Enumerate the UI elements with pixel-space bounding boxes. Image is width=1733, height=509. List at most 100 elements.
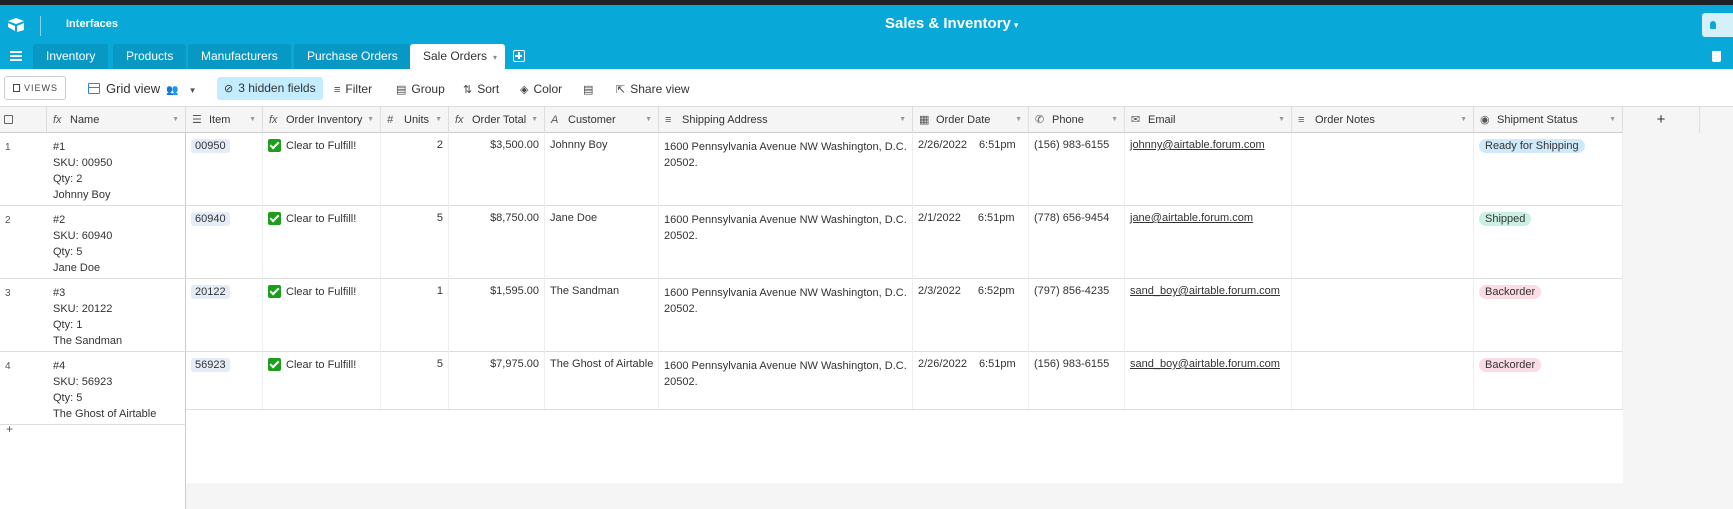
tab-sale-orders[interactable]: Sale Orders ▾ <box>410 44 506 69</box>
order-inventory-cell[interactable]: Clear to Fulfill! <box>263 206 381 279</box>
add-row-area[interactable] <box>186 409 1623 457</box>
email-cell[interactable]: jane@airtable.forum.com <box>1125 206 1292 279</box>
column-header-email[interactable]: ✉ Email ▼ <box>1125 107 1292 133</box>
customer-cell[interactable]: The Sandman <box>545 279 659 352</box>
order-inventory-cell[interactable]: Clear to Fulfill! <box>263 279 381 352</box>
chevron-down-icon[interactable]: ▼ <box>172 107 179 133</box>
select-all-cell[interactable] <box>0 107 47 133</box>
table-row[interactable]: 1 #1 SKU: 00950 Qty: 2 Johnny Boy <box>0 133 186 206</box>
linked-record-pill[interactable]: 60940 <box>191 212 230 226</box>
item-cell[interactable]: 20122 <box>186 279 263 352</box>
base-title[interactable]: Sales & Inventory ▾ <box>885 15 1018 32</box>
chevron-down-icon[interactable]: ▼ <box>645 107 652 133</box>
notes-cell[interactable] <box>1292 279 1474 352</box>
order-date-cell[interactable]: 2/3/2022 6:52pm <box>913 279 1029 352</box>
notes-cell[interactable] <box>1292 206 1474 279</box>
chevron-down-icon[interactable]: ▼ <box>1015 107 1022 133</box>
name-cell[interactable]: #4 SKU: 56923 Qty: 5 The Ghost of Airtab… <box>53 358 156 422</box>
phone-cell[interactable]: (156) 983-6155 <box>1029 133 1125 206</box>
name-cell[interactable]: #1 SKU: 00950 Qty: 2 Johnny Boy <box>53 139 112 203</box>
chevron-down-icon[interactable]: ▼ <box>1111 107 1118 133</box>
email-link[interactable]: jane@airtable.forum.com <box>1130 212 1253 224</box>
column-header-order-inventory[interactable]: fx Order Inventory ▼ <box>263 107 381 133</box>
column-header-shipment-status[interactable]: ◉ Shipment Status ▼ <box>1474 107 1623 133</box>
units-cell[interactable]: 1 <box>381 279 449 352</box>
chevron-down-icon[interactable]: ▼ <box>1460 107 1467 133</box>
phone-cell[interactable]: (778) 656-9454 <box>1029 206 1125 279</box>
row-height-button[interactable]: ▤ <box>583 79 598 99</box>
hamburger-menu-icon[interactable] <box>10 51 22 61</box>
address-cell[interactable]: 1600 Pennsylvania Avenue NW Washington, … <box>659 206 913 279</box>
group-button[interactable]: ▤ Group <box>396 79 445 99</box>
email-cell[interactable]: johnny@airtable.forum.com <box>1125 133 1292 206</box>
order-inventory-cell[interactable]: Clear to Fulfill! <box>263 133 381 206</box>
name-cell[interactable]: #2 SKU: 60940 Qty: 5 Jane Doe <box>53 212 112 276</box>
order-total-cell[interactable]: $8,750.00 <box>449 206 545 279</box>
tab-inventory[interactable]: Inventory <box>33 44 109 69</box>
order-total-cell[interactable]: $3,500.00 <box>449 133 545 206</box>
linked-record-pill[interactable]: 20122 <box>191 285 230 299</box>
units-cell[interactable]: 2 <box>381 133 449 206</box>
tab-manufacturers[interactable]: Manufacturers <box>188 44 291 69</box>
address-cell[interactable]: 1600 Pennsylvania Avenue NW Washington, … <box>659 133 913 206</box>
table-row[interactable]: 3 #3 SKU: 20122 Qty: 1 The Sandman <box>0 279 186 352</box>
column-header-order-total[interactable]: fx Order Total ▼ <box>449 107 545 133</box>
status-cell[interactable]: Shipped <box>1474 206 1623 279</box>
chevron-down-icon[interactable]: ▼ <box>435 107 442 133</box>
chevron-down-icon[interactable]: ▼ <box>899 107 906 133</box>
status-cell[interactable]: Backorder <box>1474 279 1623 352</box>
item-cell[interactable]: 00950 <box>186 133 263 206</box>
add-row-button[interactable]: + <box>6 422 13 436</box>
table-row[interactable]: 4 #4 SKU: 56923 Qty: 5 The Ghost of Airt… <box>0 352 186 425</box>
linked-record-pill[interactable]: 00950 <box>191 139 230 153</box>
add-table-icon[interactable] <box>513 50 525 62</box>
tab-purchase-orders[interactable]: Purchase Orders <box>294 44 411 69</box>
column-header-item[interactable]: ☰ Item ▼ <box>186 107 263 133</box>
tab-products[interactable]: Products <box>113 44 187 69</box>
order-total-cell[interactable]: $1,595.00 <box>449 279 545 352</box>
sort-button[interactable]: ⇅ Sort <box>463 79 499 99</box>
column-header-name[interactable]: fx Name ▼ <box>47 107 186 133</box>
trash-icon[interactable] <box>1712 51 1721 62</box>
column-header-shipping-address[interactable]: ≡ Shipping Address ▼ <box>659 107 913 133</box>
view-switcher[interactable]: Grid view 👥 ▼ <box>88 79 197 99</box>
item-cell[interactable]: 60940 <box>186 206 263 279</box>
filter-button[interactable]: ≡ Filter <box>334 79 372 99</box>
chevron-down-icon[interactable]: ▼ <box>1609 107 1616 133</box>
hidden-fields-button[interactable]: ⊘ 3 hidden fields <box>217 77 323 100</box>
chevron-down-icon[interactable]: ▼ <box>249 107 256 133</box>
share-view-button[interactable]: ⇱ Share view <box>616 79 690 99</box>
table-row[interactable]: 2 #2 SKU: 60940 Qty: 5 Jane Doe <box>0 206 186 279</box>
color-button[interactable]: ◈ Color <box>520 79 562 99</box>
chevron-down-icon[interactable]: ▼ <box>1278 107 1285 133</box>
email-cell[interactable]: sand_boy@airtable.forum.com <box>1125 279 1292 352</box>
share-button[interactable] <box>1702 13 1733 37</box>
chevron-down-icon[interactable]: ▾ <box>493 53 497 62</box>
order-date-cell[interactable]: 2/26/2022 6:51pm <box>913 133 1029 206</box>
notes-cell[interactable] <box>1292 133 1474 206</box>
status-cell[interactable]: Ready for Shipping <box>1474 133 1623 206</box>
airtable-logo-icon[interactable] <box>6 17 26 33</box>
email-link[interactable]: sand_boy@airtable.forum.com <box>1130 358 1280 370</box>
phone-cell[interactable]: (797) 856-4235 <box>1029 279 1125 352</box>
order-date-cell[interactable]: 2/1/2022 6:51pm <box>913 206 1029 279</box>
column-header-customer[interactable]: A Customer ▼ <box>545 107 659 133</box>
chevron-down-icon[interactable]: ▼ <box>367 107 374 133</box>
views-button[interactable]: VIEWS <box>4 76 66 100</box>
customer-cell[interactable]: Jane Doe <box>545 206 659 279</box>
column-header-phone[interactable]: ✆ Phone ▼ <box>1029 107 1125 133</box>
email-link[interactable]: sand_boy@airtable.forum.com <box>1130 285 1280 297</box>
customer-cell[interactable]: Johnny Boy <box>545 133 659 206</box>
column-header-order-date[interactable]: ▦ Order Date ▼ <box>913 107 1029 133</box>
linked-record-pill[interactable]: 56923 <box>191 358 230 372</box>
units-cell[interactable]: 5 <box>381 206 449 279</box>
add-field-button[interactable]: + <box>1623 107 1700 133</box>
address-cell[interactable]: 1600 Pennsylvania Avenue NW Washington, … <box>659 279 913 352</box>
column-header-order-notes[interactable]: ≡ Order Notes ▼ <box>1292 107 1474 133</box>
chevron-down-icon[interactable]: ▼ <box>531 107 538 133</box>
select-all-checkbox[interactable] <box>4 115 13 124</box>
name-cell[interactable]: #3 SKU: 20122 Qty: 1 The Sandman <box>53 285 122 349</box>
email-link[interactable]: johnny@airtable.forum.com <box>1130 139 1265 151</box>
interfaces-link[interactable]: Interfaces <box>66 18 118 30</box>
column-header-units[interactable]: # Units ▼ <box>381 107 449 133</box>
